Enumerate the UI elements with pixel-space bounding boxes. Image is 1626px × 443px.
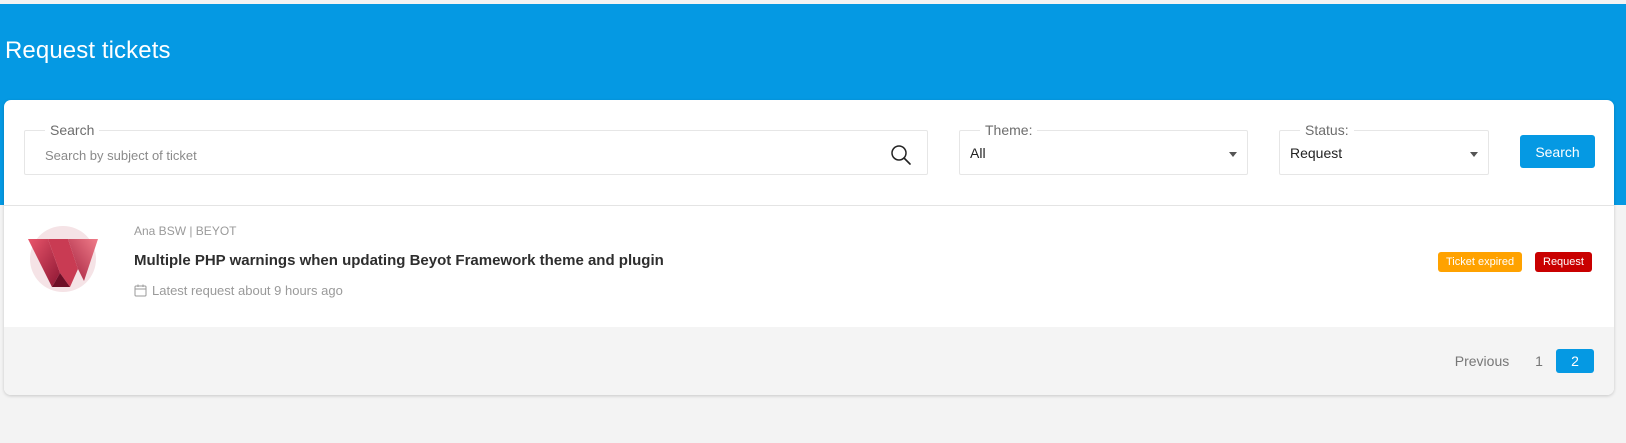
page: Request tickets Search Theme: All Status…	[0, 0, 1626, 443]
filter-bar: Search Theme: All Status: Request Search	[4, 100, 1614, 205]
author-avatar	[28, 226, 98, 292]
search-legend: Search	[45, 122, 100, 138]
chevron-down-icon	[1229, 152, 1237, 157]
ticket-meta-text: Latest request about 9 hours ago	[152, 283, 343, 298]
calendar-icon	[134, 284, 147, 297]
status-selected-value: Request	[1290, 145, 1343, 161]
status-select[interactable]: Status: Request	[1279, 122, 1489, 175]
status-badge: Request	[1535, 252, 1592, 272]
search-field[interactable]: Search	[24, 122, 928, 175]
theme-legend: Theme:	[980, 122, 1038, 138]
theme-select[interactable]: Theme: All	[959, 122, 1248, 175]
chevron-down-icon	[1470, 152, 1478, 157]
status-legend: Status:	[1300, 122, 1354, 138]
search-button[interactable]: Search	[1520, 135, 1595, 168]
tickets-card: Search Theme: All Status: Request Search	[4, 100, 1614, 395]
page-title: Request tickets	[5, 37, 171, 64]
pagination-page-1[interactable]: 1	[1529, 349, 1549, 373]
pagination-page-2-current[interactable]: 2	[1556, 349, 1594, 373]
pagination: Previous 1 2	[4, 327, 1614, 395]
search-icon[interactable]	[890, 144, 912, 166]
pagination-previous[interactable]: Previous	[1452, 349, 1512, 373]
ticket-expired-badge: Ticket expired	[1438, 252, 1523, 272]
ticket-author[interactable]: Ana BSW | BEYOT	[134, 224, 236, 238]
search-input[interactable]	[45, 145, 865, 165]
ticket-meta: Latest request about 9 hours ago	[134, 283, 343, 298]
ticket-title-link[interactable]: Multiple PHP warnings when updating Beyo…	[134, 252, 664, 269]
theme-selected-value: All	[970, 145, 986, 161]
